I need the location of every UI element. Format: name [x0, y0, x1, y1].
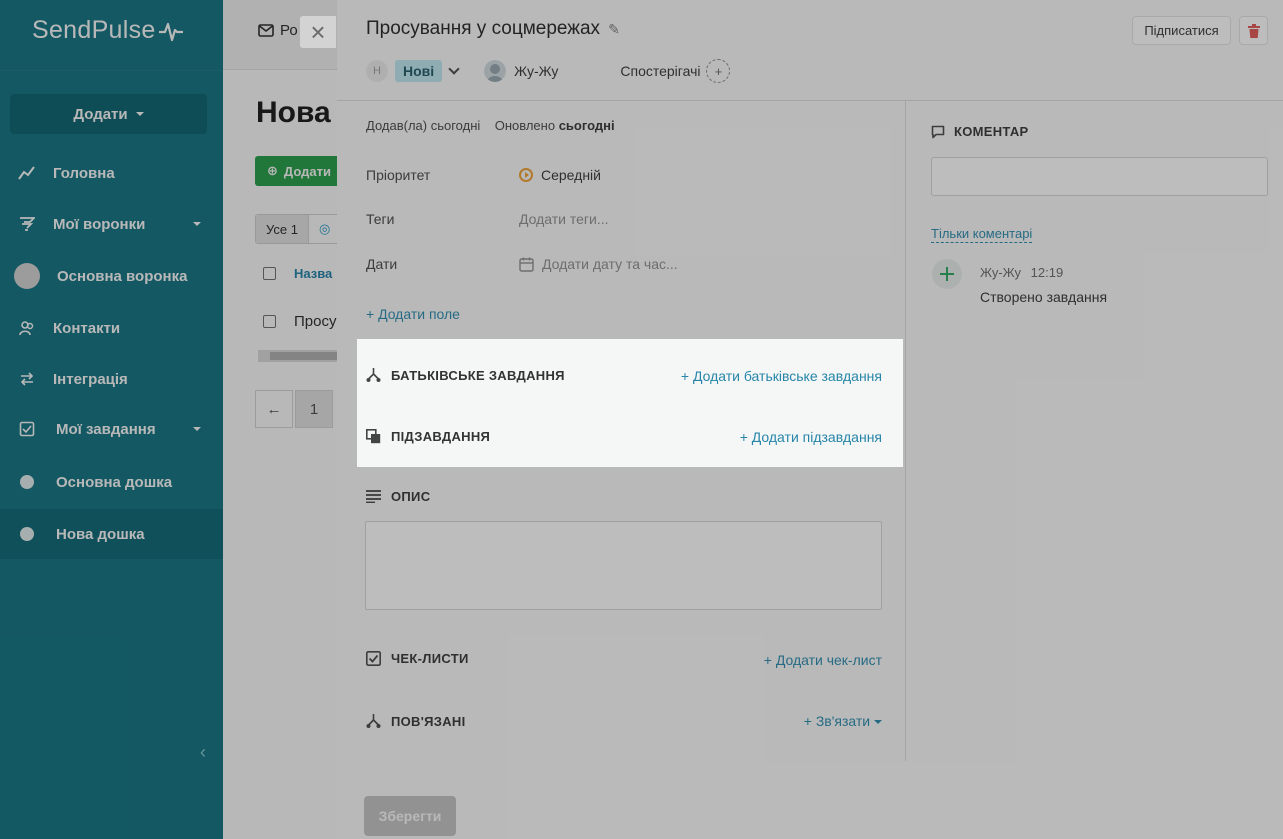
subtasks-section: ПІДЗАВДАННЯ: [366, 429, 490, 444]
description-textarea[interactable]: [365, 521, 882, 610]
priority-medium-icon: [519, 168, 533, 182]
checklists-section: ЧЕК-ЛИСТИ: [366, 651, 469, 666]
task-title[interactable]: Просування у соцмережах ✎: [366, 18, 620, 40]
related-title: ПОВ'ЯЗАНІ: [391, 713, 466, 729]
priority-label: Пріоритет: [366, 167, 431, 183]
plus-icon: +: [714, 63, 723, 79]
dates-input[interactable]: Додати дату та час...: [519, 256, 678, 272]
meta-updated-prefix: Оновлено: [494, 118, 556, 133]
comment-icon: [931, 125, 945, 138]
chevron-down-icon[interactable]: [448, 63, 460, 75]
assignee-name[interactable]: Жу-Жу: [514, 63, 558, 79]
activity-created-icon: [932, 259, 962, 289]
watchers-label: Спостерігачі: [620, 63, 701, 79]
hierarchy-icon: [366, 714, 381, 728]
status-row: Н Нові Жу-Жу Спостерігачі +: [366, 58, 731, 84]
highlight-region: [357, 339, 903, 467]
text-lines-icon: [366, 490, 381, 503]
save-label: Зберегти: [378, 808, 442, 824]
link-related-button[interactable]: + Зв'язати: [804, 713, 882, 729]
comment-input[interactable]: [931, 157, 1268, 196]
status-avatar: Н: [366, 60, 388, 82]
assignee-avatar[interactable]: [484, 60, 507, 82]
priority-value-text: Середній: [541, 167, 601, 183]
meta-added: Додав(ла) сьогодні: [366, 118, 481, 133]
add-watcher-button[interactable]: +: [706, 59, 731, 83]
parent-task-title: БАТЬКІВСЬКЕ ЗАВДАННЯ: [391, 367, 565, 383]
comment-section-title: КОМЕНТАР: [931, 124, 1029, 139]
subscribe-label: Підписатися: [1144, 23, 1219, 38]
dates-label: Дати: [366, 256, 398, 272]
hierarchy-icon: [366, 368, 381, 382]
meta-updated-value: сьогодні: [558, 118, 615, 133]
save-button[interactable]: Зберегти: [364, 796, 456, 836]
tags-label: Теги: [366, 211, 395, 227]
only-comments-filter[interactable]: Тільки коментарі: [931, 226, 1033, 243]
pencil-icon[interactable]: ✎: [608, 21, 620, 38]
activity-meta: Жу-Жу 12:19: [980, 265, 1063, 280]
related-section: ПОВ'ЯЗАНІ: [366, 713, 466, 729]
task-title-text: Просування у соцмережах: [366, 18, 601, 39]
caret-down-icon: [874, 720, 882, 725]
activity-time: 12:19: [1030, 265, 1064, 280]
trash-icon: [1247, 23, 1260, 38]
dates-placeholder: Додати дату та час...: [542, 256, 678, 272]
status-badge[interactable]: Нові: [395, 60, 443, 82]
activity-user: Жу-Жу: [980, 265, 1022, 280]
description-title: ОПИС: [391, 489, 431, 504]
plus-icon: [940, 267, 954, 281]
priority-value[interactable]: Середній: [519, 167, 601, 183]
add-field-link[interactable]: + Додати поле: [366, 306, 460, 322]
checklists-title: ЧЕК-ЛИСТИ: [391, 651, 469, 666]
task-meta: Додав(ла) сьогодні Оновлено сьогодні: [366, 118, 615, 133]
close-icon: ×: [310, 17, 326, 47]
header-divider: [337, 100, 1283, 101]
subtasks-icon: [366, 429, 381, 444]
subtasks-title: ПІДЗАВДАННЯ: [391, 429, 491, 444]
calendar-icon: [519, 257, 534, 272]
add-parent-task-link[interactable]: + Додати батьківське завдання: [681, 368, 882, 384]
add-subtask-link[interactable]: + Додати підзавдання: [740, 429, 882, 445]
link-related-label: + Зв'язати: [803, 713, 871, 729]
parent-task-section: БАТЬКІВСЬКЕ ЗАВДАННЯ: [366, 367, 565, 383]
subscribe-button[interactable]: Підписатися: [1132, 16, 1231, 45]
close-panel-button[interactable]: ×: [300, 16, 336, 48]
activity-text: Створено завдання: [980, 289, 1108, 305]
task-panel: Просування у соцмережах ✎ Підписатися Н …: [337, 0, 1283, 839]
add-checklist-link[interactable]: + Додати чек-лист: [764, 652, 882, 668]
delete-button[interactable]: [1239, 16, 1268, 45]
checkbox-icon: [366, 651, 381, 666]
tags-input[interactable]: Додати теги...: [519, 211, 609, 227]
description-section: ОПИС: [366, 489, 430, 504]
comment-title-text: КОМЕНТАР: [954, 124, 1029, 139]
column-divider: [905, 101, 906, 761]
